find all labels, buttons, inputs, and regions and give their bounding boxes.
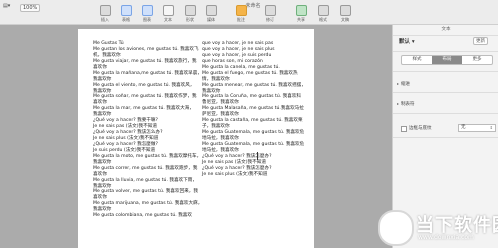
toolbar-document-button[interactable]: 文稿 [335,5,355,22]
toolbar-media-button[interactable]: 媒体 [201,5,221,22]
document-page[interactable]: Me Gustas Tú Me gustan los aviones, me gu… [78,29,314,248]
toolbar-comment-button[interactable]: 批注 [231,5,251,22]
divider [393,51,498,52]
toolbar-track-button[interactable]: 修订 [260,5,280,22]
toolbar-track-icon [264,5,276,16]
disclosure-icon: ▸ [397,101,400,106]
toolbar-text-label: 文本 [164,17,172,22]
chevron-down-icon: ⇕ [489,125,493,130]
logo-icon [378,210,414,246]
toolbar-document-icon [339,5,351,16]
toolbar-insert-button[interactable]: 插入 [95,5,115,22]
toolbar-share-label: 共享 [297,17,305,22]
toolbar-chart-icon [141,5,153,16]
toolbar-shape-button[interactable]: 形状 [180,5,200,22]
sidebar-tabs: 样式 布局 更多 [401,55,493,65]
toolbar-text-button[interactable]: 文本 [158,5,178,22]
toolbar-table-button[interactable]: 表格 [116,5,136,22]
toolbar-table-icon [120,5,132,16]
text-line: Me gusta el fuego, me gustas tú. 我喜欢热 [202,70,298,76]
toolbar-insert-label: 插入 [101,17,109,22]
toolbar-insert-icon [99,5,111,16]
toolbar-track-label: 修订 [266,17,274,22]
toolbar-format-button[interactable]: 格式 [313,5,333,22]
toolbar-format-icon [317,5,329,16]
divider [393,71,498,72]
paragraph-style[interactable]: 默认 ▾ [399,37,415,45]
text-line: Me gusta colombiana, me gustas tú. 我喜欢 [93,213,192,219]
watermark-url: www.downxia.com [418,234,474,241]
update-button[interactable]: 更新 [473,37,488,45]
toolbar-comment-label: 批注 [237,17,245,22]
tab-layout[interactable]: 布局 [432,56,462,64]
border-label: 边框与底纹 [409,126,432,131]
toolbar-media-label: 媒体 [207,17,215,22]
toolbar-shape-label: 形状 [186,17,194,22]
section-indent-label: 缩进 [401,82,411,87]
toolbar: ▤▾ 100% 未命名 插入 表格 图表 文本 形状 媒体 批注 修订 共享 格式 文稿 [0,0,498,25]
text-line: Me gusta soñar, me gustas tú. 我喜欢作梦，我 [93,94,197,100]
text-cursor [257,152,258,160]
right-column: que voy a hacer, je ne sais pas que voy a… [202,41,306,178]
text-line: Me gusta el viento, me gustas tú. 我喜欢风， [93,82,195,88]
text-line: Me gusta la lluvia, me gustas tú. 我喜欢下雨， [93,177,197,183]
divider [393,137,498,138]
toolbar-share-icon [295,5,307,16]
zoom-select[interactable]: 100% [20,4,41,12]
section-indent[interactable]: ▸ 缩进 [397,81,410,87]
toolbar-format-label: 格式 [319,17,327,22]
toolbar-comment-icon [235,5,247,16]
divider [393,92,498,93]
text-line: Me gusta Guatemala, me gustas tú. 我喜欢危 [202,141,305,147]
toolbar-chart-label: 图表 [143,17,151,22]
toolbar-table-label: 表格 [122,17,130,22]
toolbar-share-button[interactable]: 共享 [291,5,311,22]
toolbar-media-icon [205,5,217,16]
divider [393,113,498,114]
left-column: Me Gustas Tú Me gustan los aviones, me gu… [93,41,202,219]
tab-style[interactable]: 样式 [402,56,432,64]
toolbar-text-icon [162,5,174,16]
text-line: Me gusta correr, me gustas tú. 我喜欢跑步，我 [93,165,198,171]
text-line: Je ne sais plus (法文)我不知道 [202,171,268,177]
text-line: Me gusta volver, me gustas tú. 我喜欢回来，我 [93,189,198,195]
text-line: Me gusta la mañana,me gustas tú. 我喜欢早晨， [93,70,202,76]
toolbar-document-label: 文稿 [341,17,349,22]
paragraph-style-label: 默认 [399,39,411,45]
toolbar-chart-button[interactable]: 图表 [137,5,157,22]
text-line: Me gusta la moto, me gustas tú. 我喜欢摩托车， [93,153,202,159]
text-line: Me gustan los aviones, me gustas tú. 我喜欢… [93,46,199,52]
border-select[interactable]: 无 ⇕ [458,124,496,132]
section-tabs-label: 制表符 [401,102,415,107]
border-checkbox[interactable] [401,126,407,132]
tab-more[interactable]: 更多 [462,56,492,64]
toolbar-shape-icon [184,5,196,16]
view-menu-icon[interactable]: ▤▾ [3,3,10,9]
text-line: Me gusta menear, me gustas tú. 我喜欢摇摆， [202,82,306,88]
border-select-value: 无 [461,125,466,130]
chevron-down-icon: ▾ [410,39,415,45]
section-tabs[interactable]: ▸ 制表符 [397,101,415,107]
sidebar-header: 文本 [393,25,498,36]
text-line: Me gusta viajar, me gustas tú. 我喜欢旅行，我 [93,58,197,64]
disclosure-icon: ▸ [397,81,400,86]
